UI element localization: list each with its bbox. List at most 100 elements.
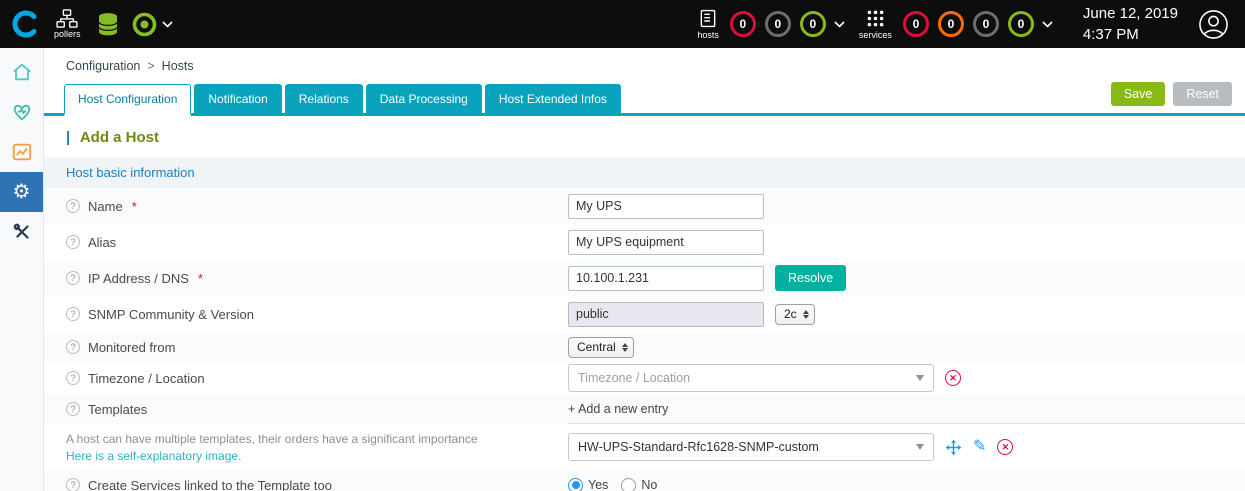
- pollers-menu[interactable]: pollers: [54, 9, 81, 39]
- breadcrumb: Configuration > Hosts: [44, 48, 1245, 82]
- tab-host-extended-infos[interactable]: Host Extended Infos: [485, 84, 621, 113]
- services-ok-badge[interactable]: 0: [1008, 11, 1034, 37]
- resolve-button[interactable]: Resolve: [775, 265, 846, 291]
- snmp-community-input[interactable]: [568, 302, 764, 327]
- breadcrumb-hosts[interactable]: Hosts: [162, 59, 194, 73]
- timezone-delete-icon[interactable]: ✕: [945, 370, 961, 386]
- hosts-up-badge[interactable]: 0: [800, 11, 826, 37]
- ip-address-input[interactable]: [568, 266, 764, 291]
- section-header-host-basic-information: Host basic information: [44, 157, 1245, 188]
- page-title-bar: |: [66, 129, 70, 146]
- page-title: | Add a Host: [44, 116, 1245, 157]
- monitored-from-select[interactable]: Central: [568, 337, 634, 358]
- hosts-unreachable-badge[interactable]: 0: [765, 11, 791, 37]
- hosts-status-group: hosts 0 0 0: [697, 8, 845, 40]
- form-row-ip-address: ? IP Address / DNS * Resolve: [44, 260, 1245, 296]
- name-label: Name: [88, 199, 123, 214]
- help-icon[interactable]: ?: [66, 199, 80, 213]
- add-template-entry-link[interactable]: + Add a new entry: [568, 402, 668, 416]
- sidebar-item-monitoring[interactable]: [0, 92, 43, 132]
- form-row-monitored-from: ? Monitored from Central: [44, 332, 1245, 362]
- sidebar-item-configuration[interactable]: ⚙: [0, 172, 43, 212]
- form-row-template-entry: A host can have multiple templates, thei…: [44, 424, 1245, 470]
- tab-relations[interactable]: Relations: [285, 84, 363, 113]
- tab-notification[interactable]: Notification: [194, 84, 281, 113]
- tab-actions: Save Reset: [1111, 82, 1245, 113]
- chevron-down-icon[interactable]: [834, 21, 845, 28]
- reset-button[interactable]: Reset: [1173, 82, 1232, 106]
- template-delete-icon[interactable]: ✕: [997, 439, 1013, 455]
- monitored-from-value: Central: [577, 340, 616, 354]
- templates-help-link[interactable]: Here is a self-explanatory image.: [66, 449, 241, 463]
- user-profile-icon[interactable]: [1198, 9, 1229, 40]
- clock: June 12, 2019 4:37 PM: [1083, 3, 1178, 45]
- ip-address-label: IP Address / DNS: [88, 271, 189, 286]
- monitored-from-label: Monitored from: [88, 340, 175, 355]
- radio-no-label[interactable]: No: [641, 478, 657, 491]
- tab-host-configuration[interactable]: Host Configuration: [64, 84, 191, 116]
- pollers-label: pollers: [54, 29, 81, 39]
- radio-yes[interactable]: [568, 478, 583, 491]
- form-row-timezone: ? Timezone / Location Timezone / Locatio…: [44, 362, 1245, 394]
- timezone-select[interactable]: Timezone / Location: [568, 364, 934, 392]
- help-icon[interactable]: ?: [66, 235, 80, 249]
- centreon-logo-icon: [11, 9, 41, 39]
- timezone-placeholder: Timezone / Location: [578, 371, 690, 385]
- template-move-icon[interactable]: [945, 439, 962, 456]
- tools-icon: [11, 221, 33, 243]
- services-warning-badge[interactable]: 0: [938, 11, 964, 37]
- dropdown-caret-icon: [916, 375, 924, 381]
- database-icon[interactable]: [97, 12, 119, 37]
- services-unknown-badge[interactable]: 0: [973, 11, 999, 37]
- centreon-logo[interactable]: [8, 6, 44, 42]
- hosts-down-badge[interactable]: 0: [730, 11, 756, 37]
- help-icon[interactable]: ?: [66, 271, 80, 285]
- snmp-label: SNMP Community & Version: [88, 307, 254, 322]
- tab-data-processing[interactable]: Data Processing: [366, 84, 482, 113]
- sidebar: ⚙: [0, 48, 44, 491]
- template-selected-value: HW-UPS-Standard-Rfc1628-SNMP-custom: [578, 440, 819, 454]
- alias-input[interactable]: [568, 230, 764, 255]
- breadcrumb-configuration[interactable]: Configuration: [66, 59, 140, 73]
- radio-yes-label[interactable]: Yes: [588, 478, 608, 491]
- date-text: June 12, 2019: [1083, 3, 1178, 24]
- heart-pulse-icon: [11, 101, 33, 123]
- services-status-group: services 0 0 0 0: [859, 8, 1053, 40]
- required-asterisk: *: [198, 271, 203, 286]
- sidebar-item-reporting[interactable]: [0, 132, 43, 172]
- hosts-label: hosts: [697, 30, 719, 40]
- template-edit-icon[interactable]: ✎: [973, 439, 986, 455]
- help-icon[interactable]: ?: [66, 371, 80, 385]
- form-row-snmp: ? SNMP Community & Version 2c: [44, 296, 1245, 332]
- form-row-alias: ? Alias: [44, 224, 1245, 260]
- form-row-templates: ? Templates + Add a new entry: [44, 394, 1245, 424]
- help-icon[interactable]: ?: [66, 307, 80, 321]
- snmp-version-select[interactable]: 2c: [775, 304, 815, 325]
- hosts-menu[interactable]: hosts: [697, 8, 719, 40]
- help-icon[interactable]: ?: [66, 478, 80, 491]
- chevron-down-icon[interactable]: [1042, 21, 1053, 28]
- name-input[interactable]: [568, 194, 764, 219]
- chevron-down-icon[interactable]: [162, 21, 173, 28]
- select-arrows-icon: [803, 310, 809, 319]
- services-menu[interactable]: services: [859, 8, 892, 40]
- sidebar-item-administration[interactable]: [0, 212, 43, 252]
- services-icon: [865, 8, 886, 29]
- hosts-icon: [698, 8, 718, 29]
- sidebar-item-home[interactable]: [0, 52, 43, 92]
- monitoring-status-icon[interactable]: [131, 11, 158, 38]
- templates-help-text: A host can have multiple templates, thei…: [66, 432, 478, 446]
- create-services-label: Create Services linked to the Template t…: [88, 478, 332, 491]
- template-select[interactable]: HW-UPS-Standard-Rfc1628-SNMP-custom: [568, 433, 934, 461]
- tab-bar: Host Configuration Notification Relation…: [44, 82, 1245, 116]
- form-row-name: ? Name *: [44, 188, 1245, 224]
- help-icon[interactable]: ?: [66, 402, 80, 416]
- help-icon[interactable]: ?: [66, 340, 80, 354]
- save-button[interactable]: Save: [1111, 82, 1166, 106]
- topbar: pollers hosts 0 0 0: [0, 0, 1245, 48]
- radio-no[interactable]: [621, 478, 636, 491]
- services-critical-badge[interactable]: 0: [903, 11, 929, 37]
- breadcrumb-separator: >: [147, 59, 154, 73]
- services-label: services: [859, 30, 892, 40]
- dropdown-caret-icon: [916, 444, 924, 450]
